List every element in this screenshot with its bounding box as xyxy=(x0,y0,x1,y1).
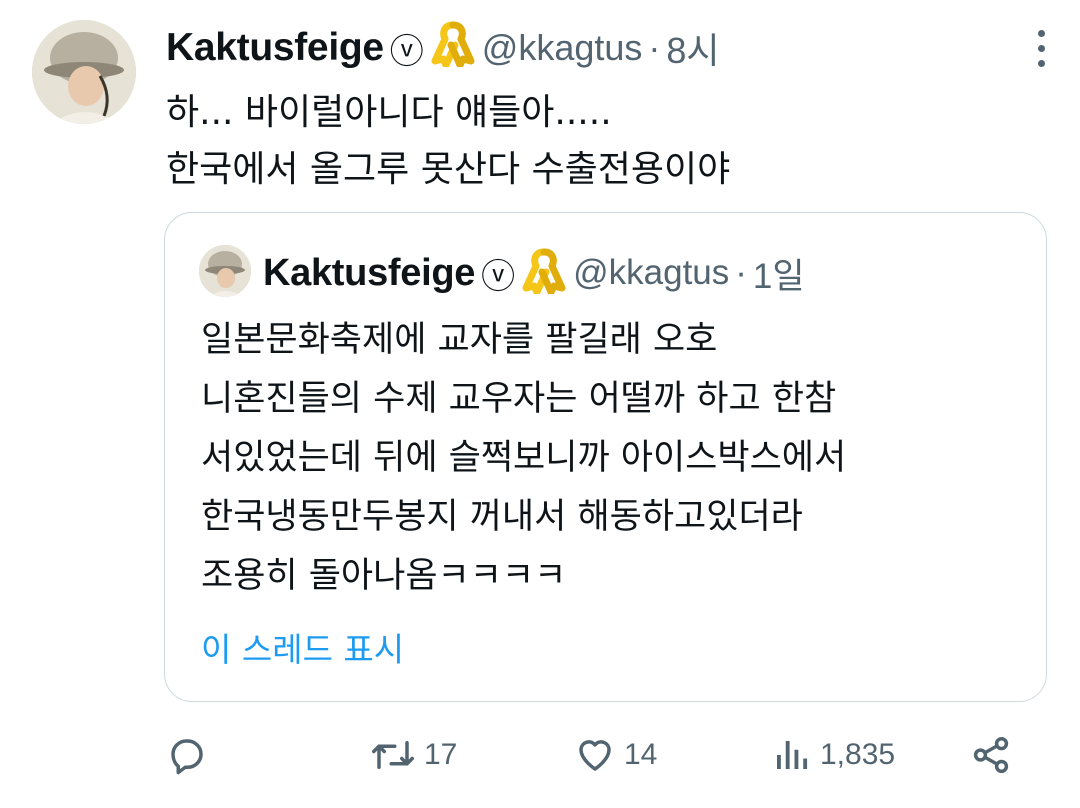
quoted-separator: · xyxy=(735,253,747,292)
timestamp[interactable]: 8시 xyxy=(666,22,719,74)
retweet-icon xyxy=(370,734,416,776)
quoted-text-line: 조용히 돌아나옴ㅋㅋㅋㅋ xyxy=(201,556,567,596)
quoted-text-line: 서있었는데 뒤에 슬쩍보니까 아이스박스에서 xyxy=(201,438,847,478)
like-button[interactable]: 14 xyxy=(574,725,657,785)
retweet-button[interactable]: 17 xyxy=(370,725,457,785)
action-bar: 17 14 1,835 xyxy=(0,725,1080,785)
tweet-header: Kaktusfeige ⓥ @kkagtus · 8시 xyxy=(166,21,720,76)
show-thread-link[interactable]: 이 스레드 표시 xyxy=(201,623,404,671)
handle[interactable]: @kkagtus xyxy=(482,27,643,69)
share-button[interactable] xyxy=(970,725,1012,785)
share-icon xyxy=(970,734,1012,776)
tweet-text: 하... 바이럴아니다 얘들아..... 한국에서 올그루 못산다 수출전용이야 xyxy=(166,84,730,198)
separator: · xyxy=(648,27,661,68)
more-options-icon[interactable] xyxy=(1036,30,1046,67)
quoted-timestamp: 1일 xyxy=(752,256,805,296)
quoted-avatar xyxy=(199,245,251,297)
quoted-handle: @kkagtus xyxy=(573,253,730,292)
quoted-tweet-card[interactable]: Kaktusfeige ⓥ @kkagtus · 1일 일본문화축제에 교자를 … xyxy=(164,212,1047,702)
quoted-text-line: 일본문화축제에 교자를 팔길래 오호 xyxy=(201,320,718,360)
verified-mark: ⓥ xyxy=(389,31,424,72)
reply-icon xyxy=(166,734,208,776)
quoted-header: Kaktusfeige ⓥ @kkagtus · 1일 xyxy=(263,247,805,299)
quoted-text-line: 니혼진들의 수제 교우자는 어떨까 하고 한참 xyxy=(201,379,837,419)
views-count: 1,835 xyxy=(820,738,896,771)
views-button[interactable]: 1,835 xyxy=(770,725,895,785)
avatar[interactable] xyxy=(32,20,136,124)
like-count: 14 xyxy=(624,738,658,771)
heart-icon xyxy=(574,734,616,776)
quoted-text-line: 한국냉동만두봉지 꺼내서 해동하고있더라 xyxy=(201,497,803,537)
quoted-text: 일본문화축제에 교자를 팔길래 오호 니혼진들의 수제 교우자는 어떨까 하고 … xyxy=(201,311,846,606)
quoted-verified-mark: ⓥ xyxy=(481,256,516,297)
yellow-ribbon-icon xyxy=(521,248,567,298)
yellow-ribbon-icon xyxy=(430,21,476,76)
tweet-text-line: 한국에서 올그루 못산다 수출전용이야 xyxy=(166,149,731,190)
quoted-display-name: Kaktusfeige xyxy=(263,251,476,294)
retweet-count: 17 xyxy=(424,738,458,771)
views-icon xyxy=(770,734,812,776)
tweet-text-line: 하... 바이럴아니다 얘들아..... xyxy=(166,92,612,133)
display-name[interactable]: Kaktusfeige xyxy=(166,26,384,70)
reply-button[interactable] xyxy=(166,725,208,785)
